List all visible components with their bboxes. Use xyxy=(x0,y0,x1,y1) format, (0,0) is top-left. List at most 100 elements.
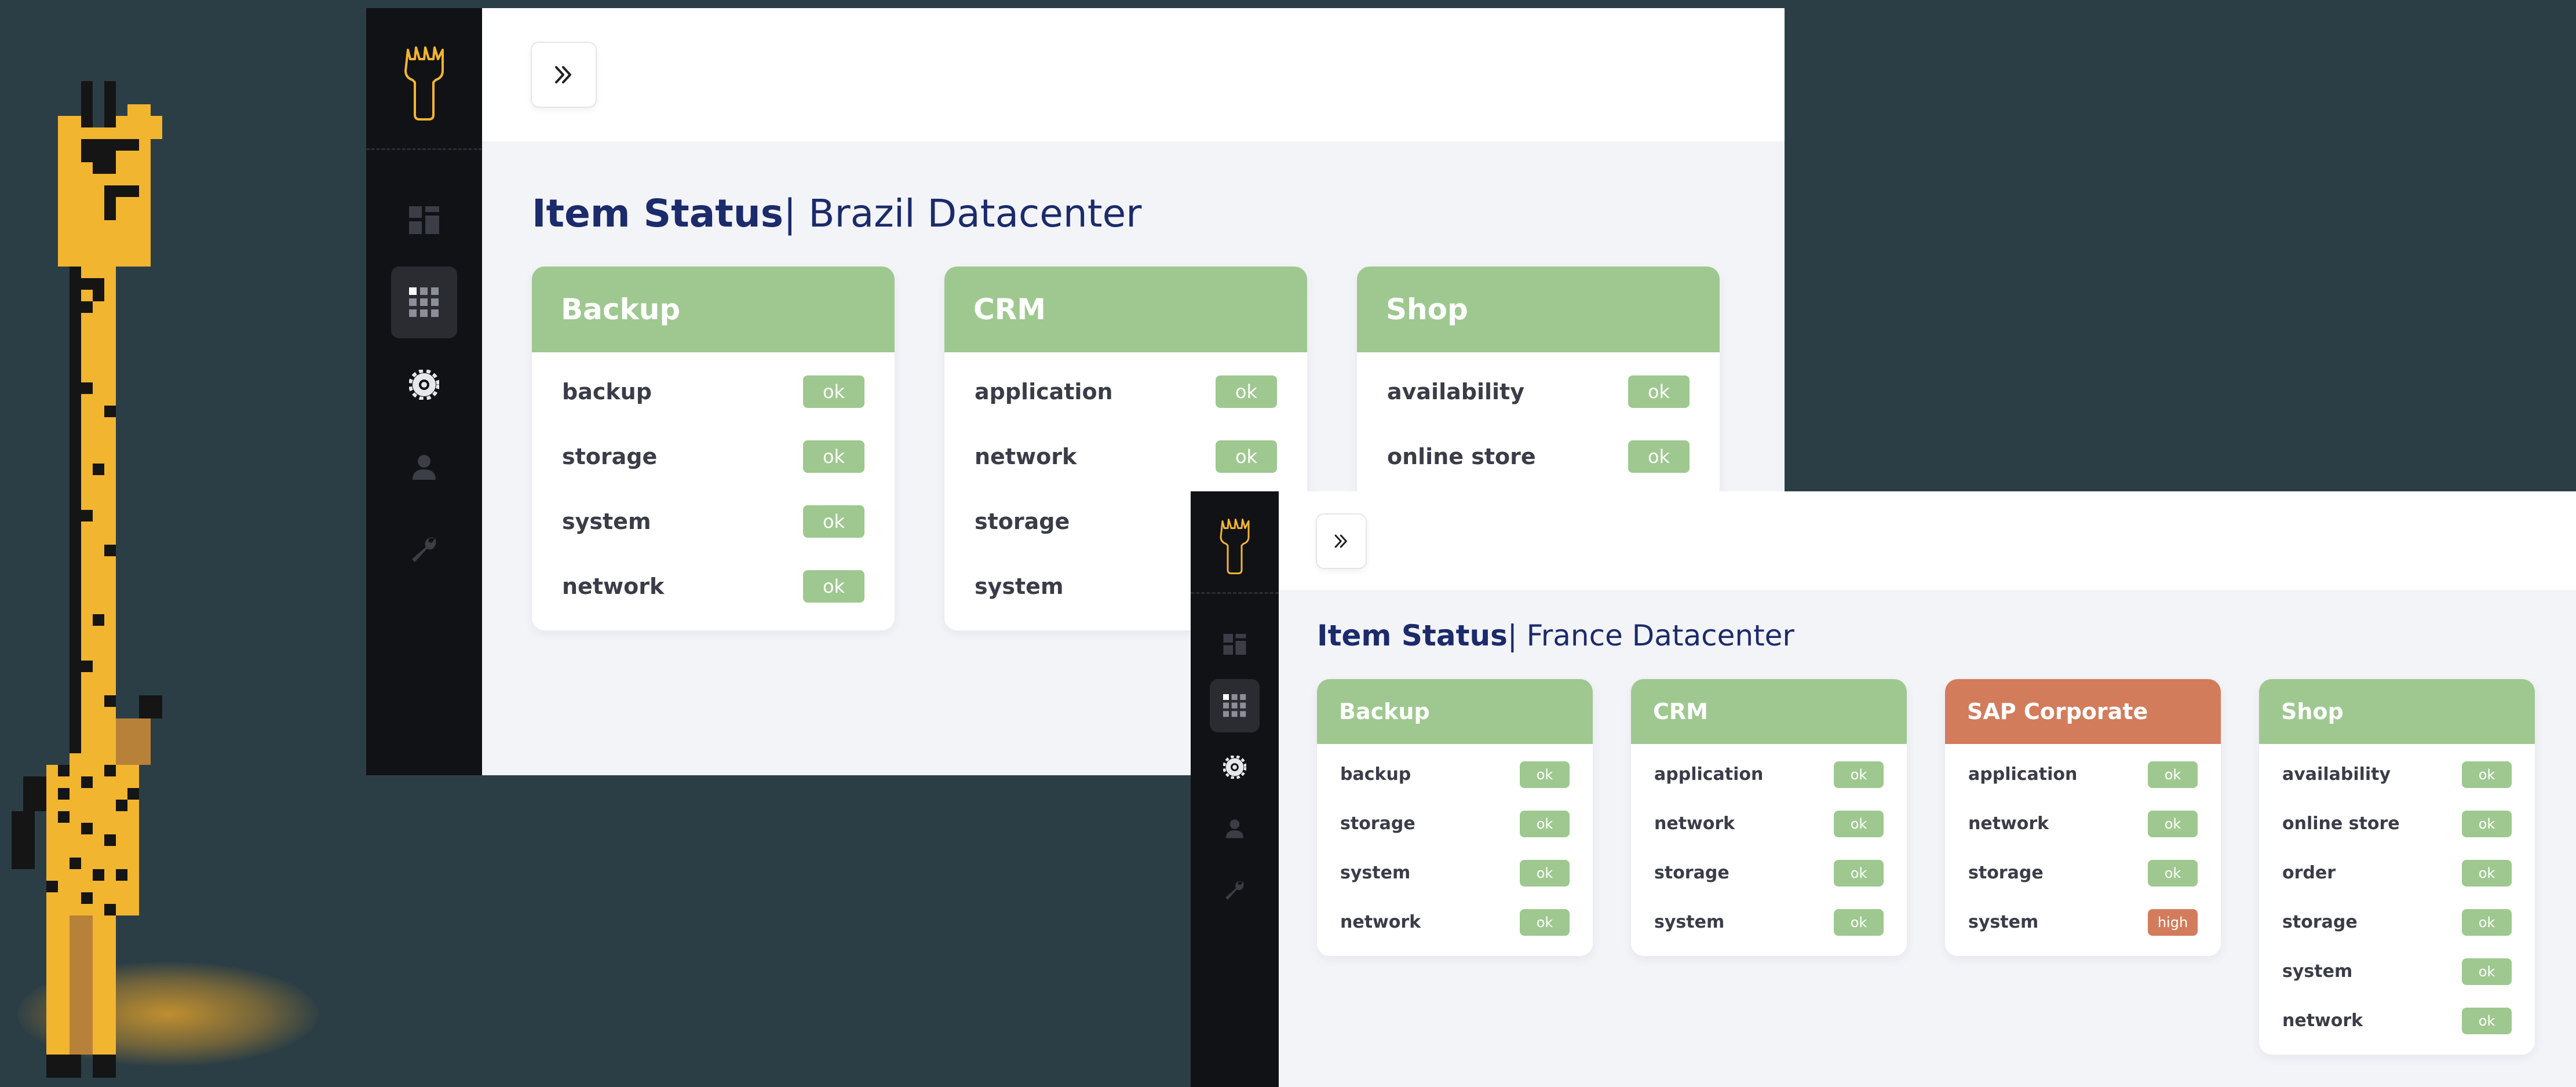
app-window-france: Item Status| France Datacenter Backup bac… xyxy=(1191,491,2576,1087)
main-content: Item Status| France Datacenter Backup bac… xyxy=(1279,590,2576,1087)
giraffe-pixel xyxy=(81,545,93,556)
status-card[interactable]: Backup backup ok storage ok system ok network ok xyxy=(532,267,895,630)
item-label: online store xyxy=(1387,444,1536,469)
giraffe-pixel xyxy=(58,209,70,220)
list-item[interactable]: availability ok xyxy=(1357,359,1720,424)
giraffe-pixel xyxy=(70,858,81,869)
giraffe-pixel xyxy=(81,255,93,267)
list-item[interactable]: backup ok xyxy=(532,359,895,424)
giraffe-pixel xyxy=(58,881,70,892)
giraffe-pixel xyxy=(58,915,70,927)
list-item[interactable]: system ok xyxy=(2259,947,2535,996)
giraffe-pixel xyxy=(58,962,70,973)
item-label: network xyxy=(1968,814,2049,834)
status-card[interactable]: CRMapplicationoknetworkokstorageoksystem… xyxy=(1631,679,1907,956)
status-cards: Backup backup ok storage ok system ok network ok… xyxy=(1317,679,2535,1055)
giraffe-pixel xyxy=(70,127,81,139)
nav-item-dashboard[interactable] xyxy=(391,184,457,256)
item-label: storage xyxy=(1968,863,2044,883)
nav-item-items[interactable] xyxy=(391,267,457,338)
giraffe-pixel xyxy=(81,800,93,811)
list-item[interactable]: network ok xyxy=(944,424,1307,489)
nav-item-items[interactable] xyxy=(1210,679,1260,732)
page-title-bold: Item Status xyxy=(1317,619,1508,652)
status-badge: ok xyxy=(803,505,864,538)
nav-item-tools[interactable] xyxy=(391,513,457,585)
nav-item-dashboard[interactable] xyxy=(1210,618,1260,671)
item-label: storage xyxy=(2282,912,2358,932)
nav-item-settings[interactable] xyxy=(391,349,457,421)
giraffe-pixel xyxy=(58,162,70,174)
list-item[interactable]: system ok xyxy=(1631,898,1907,947)
list-item[interactable]: network ok xyxy=(1945,799,2221,848)
list-item[interactable]: system ok xyxy=(532,489,895,554)
list-item[interactable]: storage ok xyxy=(1631,848,1907,898)
status-card[interactable]: Shop availability ok online store ok order ok s… xyxy=(2259,679,2535,1055)
giraffe-pixel xyxy=(81,209,93,220)
giraffe-pixel xyxy=(58,220,70,232)
list-item[interactable]: system high xyxy=(1945,898,2221,947)
list-item[interactable]: network ok xyxy=(2259,996,2535,1045)
list-item[interactable]: storage ok xyxy=(2259,898,2535,947)
giraffe-pixel xyxy=(151,127,162,139)
item-label: application xyxy=(1654,764,1764,785)
nav-item-tools[interactable] xyxy=(1210,863,1260,917)
giraffe-pixel xyxy=(127,858,139,869)
list-item[interactable]: storage ok xyxy=(1317,799,1593,848)
giraffe-pixel xyxy=(93,185,104,197)
list-item[interactable]: network ok xyxy=(532,554,895,619)
giraffe-pixel xyxy=(104,313,116,324)
list-item[interactable]: network ok xyxy=(1317,898,1593,947)
giraffe-pixel xyxy=(46,834,58,846)
giraffe-pixel xyxy=(70,475,81,487)
nav-item-settings[interactable] xyxy=(1210,741,1260,794)
giraffe-pixel xyxy=(81,858,93,869)
status-card[interactable]: Shop availability ok online store ok xyxy=(1357,267,1720,501)
giraffe-pixel xyxy=(81,139,93,151)
giraffe-pixel xyxy=(127,185,139,197)
list-item[interactable]: application ok xyxy=(944,359,1307,424)
item-label: application xyxy=(975,379,1113,404)
item-label: system xyxy=(1340,863,1411,883)
giraffe-pixel xyxy=(93,915,104,927)
giraffe-pixel xyxy=(70,185,81,197)
list-item[interactable]: backup ok xyxy=(1317,750,1593,799)
giraffe-pixel xyxy=(104,498,116,510)
list-item[interactable]: application ok xyxy=(1945,750,2221,799)
expand-sidebar-button[interactable] xyxy=(531,42,597,108)
list-item[interactable]: availability ok xyxy=(2259,750,2535,799)
sidebar-divider xyxy=(1191,592,1279,594)
giraffe-pixel xyxy=(93,521,104,533)
giraffe-pixel xyxy=(93,626,104,637)
giraffe-pixel xyxy=(93,1055,104,1066)
giraffe-logo-icon[interactable] xyxy=(366,43,482,124)
giraffe-pixel xyxy=(93,730,104,742)
expand-sidebar-button[interactable] xyxy=(1316,513,1367,569)
list-item[interactable]: storage ok xyxy=(1945,848,2221,898)
list-item[interactable]: order ok xyxy=(2259,848,2535,898)
list-item[interactable]: application ok xyxy=(1631,750,1907,799)
list-item[interactable]: online store ok xyxy=(1357,424,1720,489)
giraffe-pixel xyxy=(104,232,116,243)
sidebar-nav xyxy=(1191,618,1279,917)
giraffe-pixel xyxy=(104,151,116,162)
page-title-datacenter: | Brazil Datacenter xyxy=(783,191,1142,236)
list-item[interactable]: network ok xyxy=(1631,799,1907,848)
list-item[interactable]: storage ok xyxy=(532,424,895,489)
giraffe-logo-icon[interactable] xyxy=(1191,516,1279,577)
status-badge: ok xyxy=(2462,859,2512,887)
list-item[interactable]: online store ok xyxy=(2259,799,2535,848)
status-badge: ok xyxy=(2148,761,2198,788)
list-item[interactable]: system ok xyxy=(1317,848,1593,898)
giraffe-pixel xyxy=(139,174,151,185)
giraffe-pixel xyxy=(70,197,81,209)
status-card[interactable]: SAP Corporate application ok network ok stora… xyxy=(1945,679,2221,956)
giraffe-pixel xyxy=(70,1008,81,1020)
giraffe-pixel xyxy=(81,1031,93,1043)
nav-item-users[interactable] xyxy=(391,431,457,503)
giraffe-pixel xyxy=(116,800,127,811)
giraffe-pixel xyxy=(46,869,58,881)
nav-item-users[interactable] xyxy=(1210,802,1260,855)
giraffe-pixel xyxy=(104,452,116,464)
status-card[interactable]: Backup backup ok storage ok system ok network ok xyxy=(1317,679,1593,956)
